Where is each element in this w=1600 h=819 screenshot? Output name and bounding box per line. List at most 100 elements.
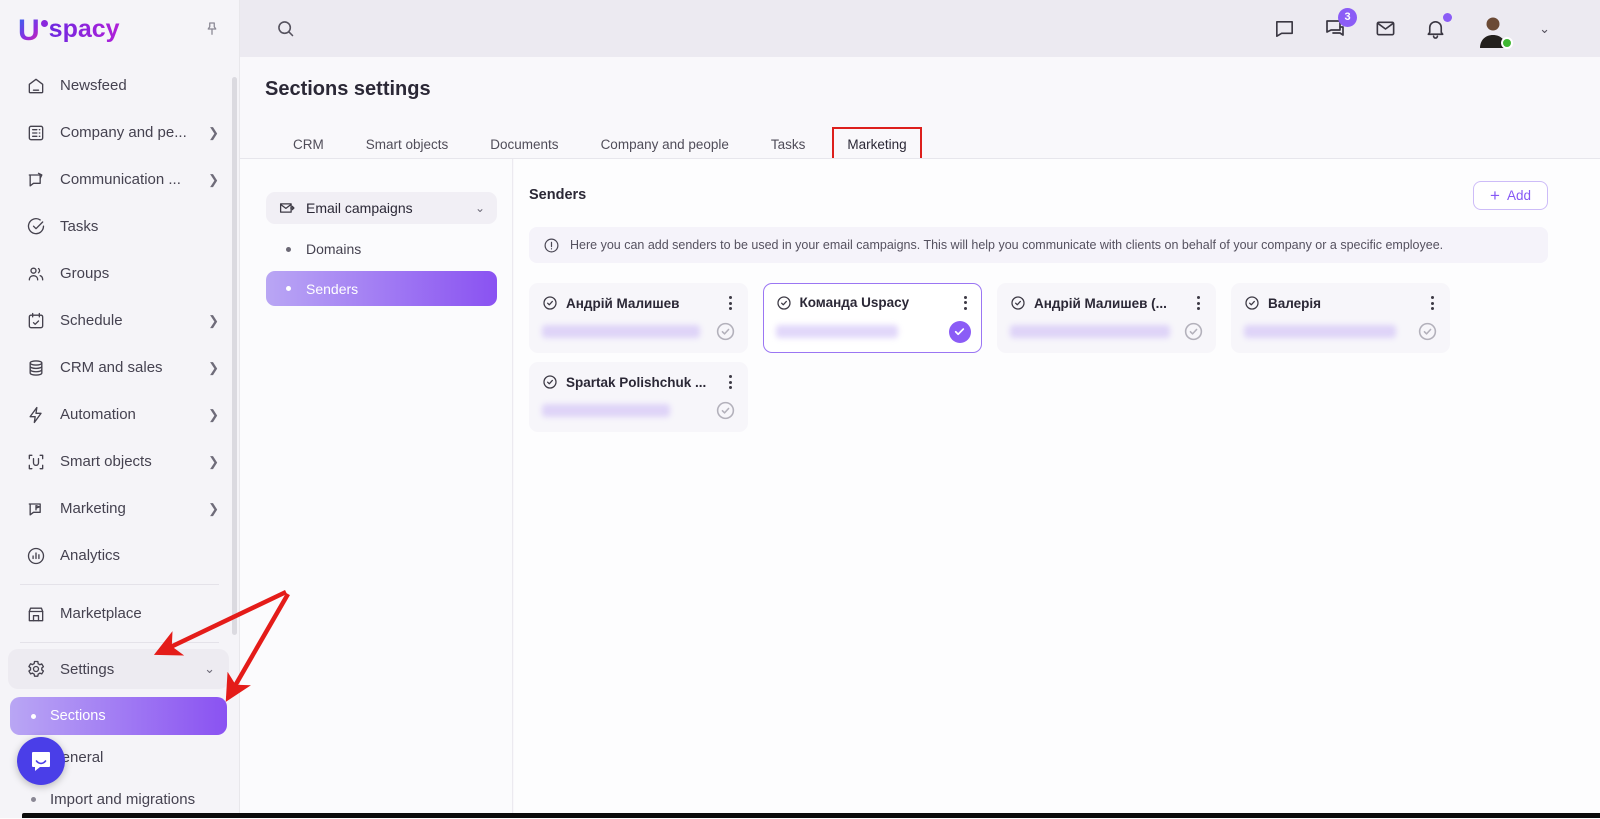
pin-sidebar-icon[interactable] xyxy=(203,20,221,43)
subnav-item-label: Senders xyxy=(306,281,358,297)
kebab-menu-icon[interactable] xyxy=(725,373,736,391)
sender-cards-grid: Андрій Малишев Команда Uspacy xyxy=(529,283,1589,432)
chevron-down-icon[interactable]: ⌄ xyxy=(1539,21,1550,37)
sidebar-item-newsfeed[interactable]: Newsfeed xyxy=(0,62,239,109)
sender-card[interactable]: Spartak Polishchuk ... xyxy=(529,362,748,432)
chat-widget-button[interactable] xyxy=(17,737,65,785)
settings-subnav: Email campaigns ⌄ Domains Senders xyxy=(240,159,513,818)
sidebar-item-automation[interactable]: Automation ❯ xyxy=(0,391,239,438)
tab-crm[interactable]: CRM xyxy=(272,137,345,152)
sidebar-item-analytics[interactable]: Analytics xyxy=(0,532,239,579)
senders-panel: Senders + Add Here you can add senders t… xyxy=(514,159,1600,818)
mail-icon[interactable] xyxy=(1374,17,1397,40)
search-icon[interactable] xyxy=(275,18,296,39)
sidebar-item-label: Settings xyxy=(60,661,114,678)
sidebar-subitem-label: Import and migrations xyxy=(50,791,195,808)
sidebar-item-label: Marketing xyxy=(60,500,126,517)
plus-icon: + xyxy=(1490,187,1500,204)
chevron-right-icon: ❯ xyxy=(208,360,219,376)
tab-marketing[interactable]: Marketing xyxy=(826,137,927,152)
divider xyxy=(20,584,219,585)
chat-icon[interactable] xyxy=(1273,17,1296,40)
sidebar-subitem-sections[interactable]: Sections xyxy=(10,697,227,735)
sidebar-item-settings[interactable]: Settings ⌄ xyxy=(8,649,229,689)
blurred-email xyxy=(542,404,670,417)
sender-card-selected[interactable]: Команда Uspacy xyxy=(763,283,982,353)
bullet-icon xyxy=(286,247,291,252)
subnav-item-domains[interactable]: Domains xyxy=(266,232,497,266)
chevron-right-icon: ❯ xyxy=(208,407,219,423)
sidebar-subitem-label: Sections xyxy=(50,708,106,724)
marketing-icon xyxy=(25,498,47,520)
sidebar-item-tasks[interactable]: Tasks xyxy=(0,203,239,250)
tabs-bar: CRM Smart objects Documents Company and … xyxy=(272,131,928,158)
kebab-menu-icon[interactable] xyxy=(960,294,971,312)
check-circle-icon xyxy=(542,295,558,311)
blurred-email xyxy=(1010,325,1170,338)
sidebar-item-label: Analytics xyxy=(60,547,120,564)
sidebar-item-marketing[interactable]: Marketing ❯ xyxy=(0,485,239,532)
sidebar-item-marketplace[interactable]: Marketplace xyxy=(0,590,239,637)
uspacy-logo[interactable]: U spacy xyxy=(18,16,120,46)
sender-default-toggle[interactable] xyxy=(715,400,736,421)
logo-text: spacy xyxy=(49,17,120,42)
sender-card[interactable]: Андрій Малишев xyxy=(529,283,748,353)
communication-icon xyxy=(25,169,47,191)
sidebar-item-company-and-people[interactable]: Company and pe... ❯ xyxy=(0,109,239,156)
notifications-bell-icon[interactable] xyxy=(1424,17,1447,40)
page-title: Sections settings xyxy=(265,78,431,101)
sender-default-toggle[interactable] xyxy=(715,321,736,342)
email-send-icon xyxy=(278,199,296,217)
sender-default-toggle[interactable] xyxy=(1183,321,1204,342)
check-circle-icon xyxy=(542,374,558,390)
blurred-email xyxy=(542,325,700,338)
info-banner-text: Here you can add senders to be used in y… xyxy=(570,238,1443,252)
sender-name: Команда Uspacy xyxy=(800,295,910,310)
gear-icon xyxy=(25,658,47,680)
automation-icon xyxy=(25,404,47,426)
tab-smart-objects[interactable]: Smart objects xyxy=(345,137,470,152)
sender-default-toggle[interactable] xyxy=(1417,321,1438,342)
sidebar-item-label: Tasks xyxy=(60,218,98,235)
analytics-icon xyxy=(25,545,47,567)
sender-card[interactable]: Валерія xyxy=(1231,283,1450,353)
sidebar-item-label: Groups xyxy=(60,265,109,282)
sidebar-item-label: Smart objects xyxy=(60,453,152,470)
sender-default-toggle-on[interactable] xyxy=(949,321,971,343)
marketplace-icon xyxy=(25,603,47,625)
subnav-item-senders[interactable]: Senders xyxy=(266,271,497,306)
email-campaigns-group[interactable]: Email campaigns ⌄ xyxy=(266,192,497,224)
logo-letter: U xyxy=(18,16,40,46)
kebab-menu-icon[interactable] xyxy=(725,294,736,312)
sidebar-item-communication[interactable]: Communication ... ❯ xyxy=(0,156,239,203)
bullet-icon xyxy=(31,797,36,802)
add-button-label: Add xyxy=(1507,188,1531,203)
sidebar-item-crm-and-sales[interactable]: CRM and sales ❯ xyxy=(0,344,239,391)
tab-company-and-people[interactable]: Company and people xyxy=(580,137,750,152)
chevron-down-icon: ⌄ xyxy=(204,661,215,677)
topbar: 3 ⌄ xyxy=(240,0,1600,57)
check-circle-icon xyxy=(1010,295,1026,311)
user-avatar[interactable] xyxy=(1474,10,1512,48)
sidebar-item-schedule[interactable]: Schedule ❯ xyxy=(0,297,239,344)
group-chats-icon[interactable]: 3 xyxy=(1323,17,1347,41)
kebab-menu-icon[interactable] xyxy=(1427,294,1438,312)
sender-card[interactable]: Андрій Малишев (... xyxy=(997,283,1216,353)
subnav-item-label: Domains xyxy=(306,241,361,257)
sidebar-item-label: Marketplace xyxy=(60,605,142,622)
sidebar-item-groups[interactable]: Groups xyxy=(0,250,239,297)
tab-tasks[interactable]: Tasks xyxy=(750,137,827,152)
info-banner: Here you can add senders to be used in y… xyxy=(529,227,1548,263)
sidebar: U spacy Newsfeed Company and pe... ❯ Com… xyxy=(0,0,240,818)
notification-dot xyxy=(1443,13,1452,22)
company-icon xyxy=(25,122,47,144)
kebab-menu-icon[interactable] xyxy=(1193,294,1204,312)
sidebar-scrollbar[interactable] xyxy=(232,77,237,635)
tab-documents[interactable]: Documents xyxy=(469,137,579,152)
chevron-down-icon: ⌄ xyxy=(475,201,485,215)
add-sender-button[interactable]: + Add xyxy=(1473,181,1548,210)
sidebar-item-smart-objects[interactable]: Smart objects ❯ xyxy=(0,438,239,485)
window-bottom-edge xyxy=(22,813,1600,818)
chevron-right-icon: ❯ xyxy=(208,454,219,470)
sender-name: Spartak Polishchuk ... xyxy=(566,375,706,390)
